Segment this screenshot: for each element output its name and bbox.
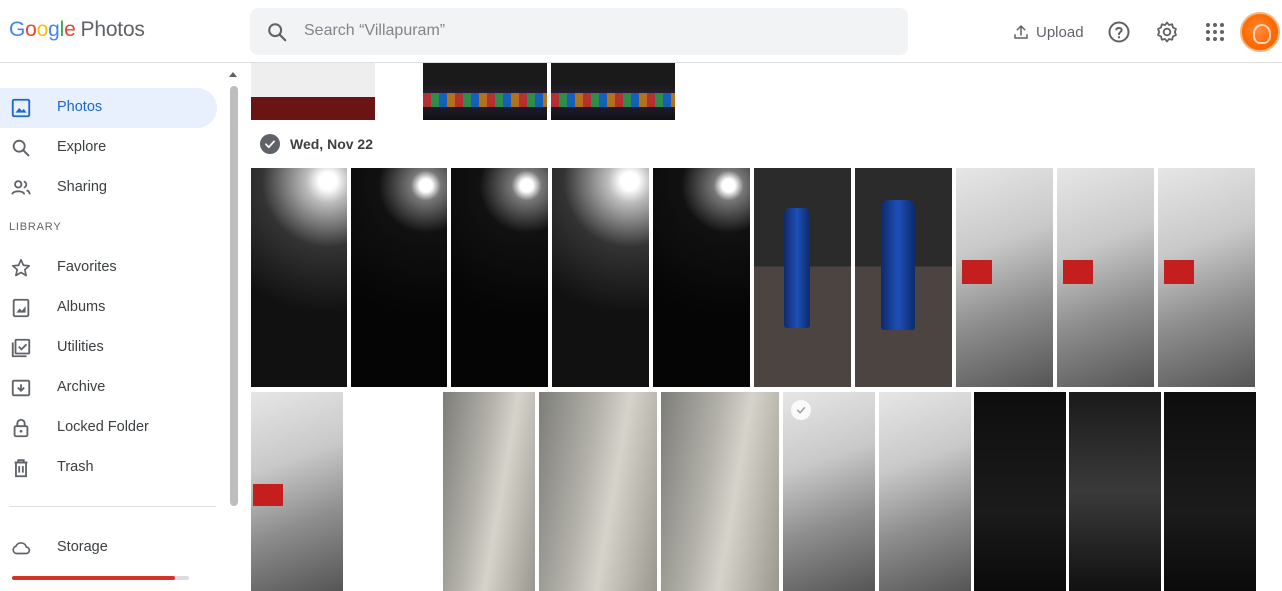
sidebar: Photos Explore Sharing LIBRARY Favorites… (0, 63, 232, 591)
sidebar-item-label: Sharing (57, 179, 107, 195)
select-date-checkbox[interactable] (260, 134, 280, 154)
sidebar-item-trash[interactable]: Trash (0, 448, 217, 488)
photo-thumbnail[interactable] (653, 168, 750, 387)
star-icon (11, 258, 31, 277)
photo-thumbnail[interactable] (552, 168, 649, 387)
gear-icon (1157, 21, 1177, 43)
trash-icon (14, 459, 28, 478)
upload-icon (1014, 25, 1028, 39)
photo-thumbnail[interactable] (783, 392, 875, 591)
check-icon (265, 140, 275, 149)
search-bar[interactable] (250, 8, 908, 55)
photo-detail (253, 484, 283, 506)
sidebar-item-sharing[interactable]: Sharing (0, 168, 217, 208)
settings-button[interactable] (1154, 19, 1180, 45)
search-input[interactable] (304, 16, 884, 46)
sidebar-item-explore[interactable]: Explore (0, 128, 217, 168)
photo-detail (423, 93, 547, 107)
sidebar-scrollbar-thumb[interactable] (230, 86, 238, 506)
sidebar-item-label: Locked Folder (57, 419, 149, 435)
photo-thumbnail[interactable] (1158, 168, 1255, 387)
sidebar-item-utilities[interactable]: Utilities (0, 328, 217, 368)
account-avatar[interactable] (1240, 12, 1280, 52)
photo-thumbnail[interactable] (451, 168, 548, 387)
help-button[interactable] (1106, 19, 1132, 45)
storage-usage-bar (12, 576, 189, 580)
logo-letter: e (64, 18, 76, 41)
photo-thumbnail[interactable] (351, 168, 447, 387)
sidebar-item-albums[interactable]: Albums (0, 288, 217, 328)
logo-letter: o (25, 18, 37, 41)
logo-product-name: Photos (80, 18, 145, 41)
photo-detail (881, 200, 915, 330)
photo-detail (1164, 260, 1194, 284)
date-label: Wed, Nov 22 (290, 136, 373, 152)
album-icon (12, 298, 30, 318)
lock-icon (13, 418, 29, 438)
checklist-icon (11, 338, 31, 358)
select-photo-checkbox[interactable] (791, 400, 811, 420)
photo-thumbnail[interactable] (661, 392, 779, 591)
sidebar-item-label: Trash (57, 459, 94, 475)
photo-thumbnail[interactable] (251, 168, 347, 387)
upload-button[interactable]: Upload (1012, 19, 1084, 45)
sidebar-item-label: Utilities (57, 339, 104, 355)
photo-detail (1063, 260, 1093, 284)
sidebar-item-label: Albums (57, 299, 106, 315)
photo-thumbnail[interactable] (1069, 392, 1161, 591)
photo-thumbnail[interactable] (423, 63, 547, 120)
storage-usage-fill (12, 576, 175, 580)
library-section-label: LIBRARY (9, 221, 62, 233)
people-icon (11, 180, 31, 195)
photo-thumbnail[interactable] (539, 392, 657, 591)
search-icon (12, 139, 30, 157)
help-icon (1108, 21, 1130, 43)
apps-button[interactable] (1202, 19, 1228, 45)
photo-detail (784, 208, 810, 328)
photo-thumbnail[interactable] (251, 392, 343, 591)
cloud-icon (12, 542, 31, 555)
sidebar-item-favorites[interactable]: Favorites (0, 248, 217, 288)
upload-label: Upload (1036, 23, 1084, 41)
sidebar-item-storage[interactable]: Storage (0, 528, 217, 568)
photo-icon (11, 98, 31, 118)
check-icon (796, 407, 806, 414)
scroll-up-arrow[interactable] (229, 72, 237, 77)
sidebar-item-archive[interactable]: Archive (0, 368, 217, 408)
photo-thumbnail[interactable] (443, 392, 535, 591)
photo-detail (962, 260, 992, 284)
search-icon[interactable] (266, 21, 288, 43)
apps-grid-icon (1206, 23, 1224, 41)
sidebar-item-label: Storage (57, 539, 108, 555)
google-photos-logo[interactable]: Google Photos (9, 18, 145, 42)
sidebar-item-label: Explore (57, 139, 107, 155)
photo-thumbnail[interactable] (855, 168, 952, 387)
logo-letter: g (48, 18, 60, 41)
photo-thumbnail[interactable] (551, 63, 675, 120)
sidebar-item-label: Photos (57, 99, 103, 115)
archive-icon (11, 379, 31, 397)
photo-thumbnail[interactable] (956, 168, 1053, 387)
top-bar: GooglePhotos Upload (0, 0, 1282, 63)
photo-grid: Wed, Nov 22 (241, 63, 1282, 591)
photo-detail (551, 93, 675, 107)
photo-thumbnail[interactable] (879, 392, 971, 591)
photo-thumbnail[interactable] (1164, 392, 1256, 591)
photo-thumbnail[interactable] (754, 168, 851, 387)
photo-thumbnail[interactable] (251, 63, 375, 120)
logo-letter: o (36, 18, 49, 41)
sidebar-item-photos[interactable]: Photos (0, 88, 217, 128)
logo-letter: G (9, 18, 26, 41)
date-group-header: Wed, Nov 22 (260, 134, 373, 154)
sidebar-divider (9, 506, 216, 507)
sidebar-item-label: Favorites (57, 259, 117, 275)
sidebar-item-label: Archive (57, 379, 106, 395)
sidebar-item-locked-folder[interactable]: Locked Folder (0, 408, 217, 448)
photo-thumbnail[interactable] (974, 392, 1066, 591)
photo-thumbnail[interactable] (1057, 168, 1154, 387)
